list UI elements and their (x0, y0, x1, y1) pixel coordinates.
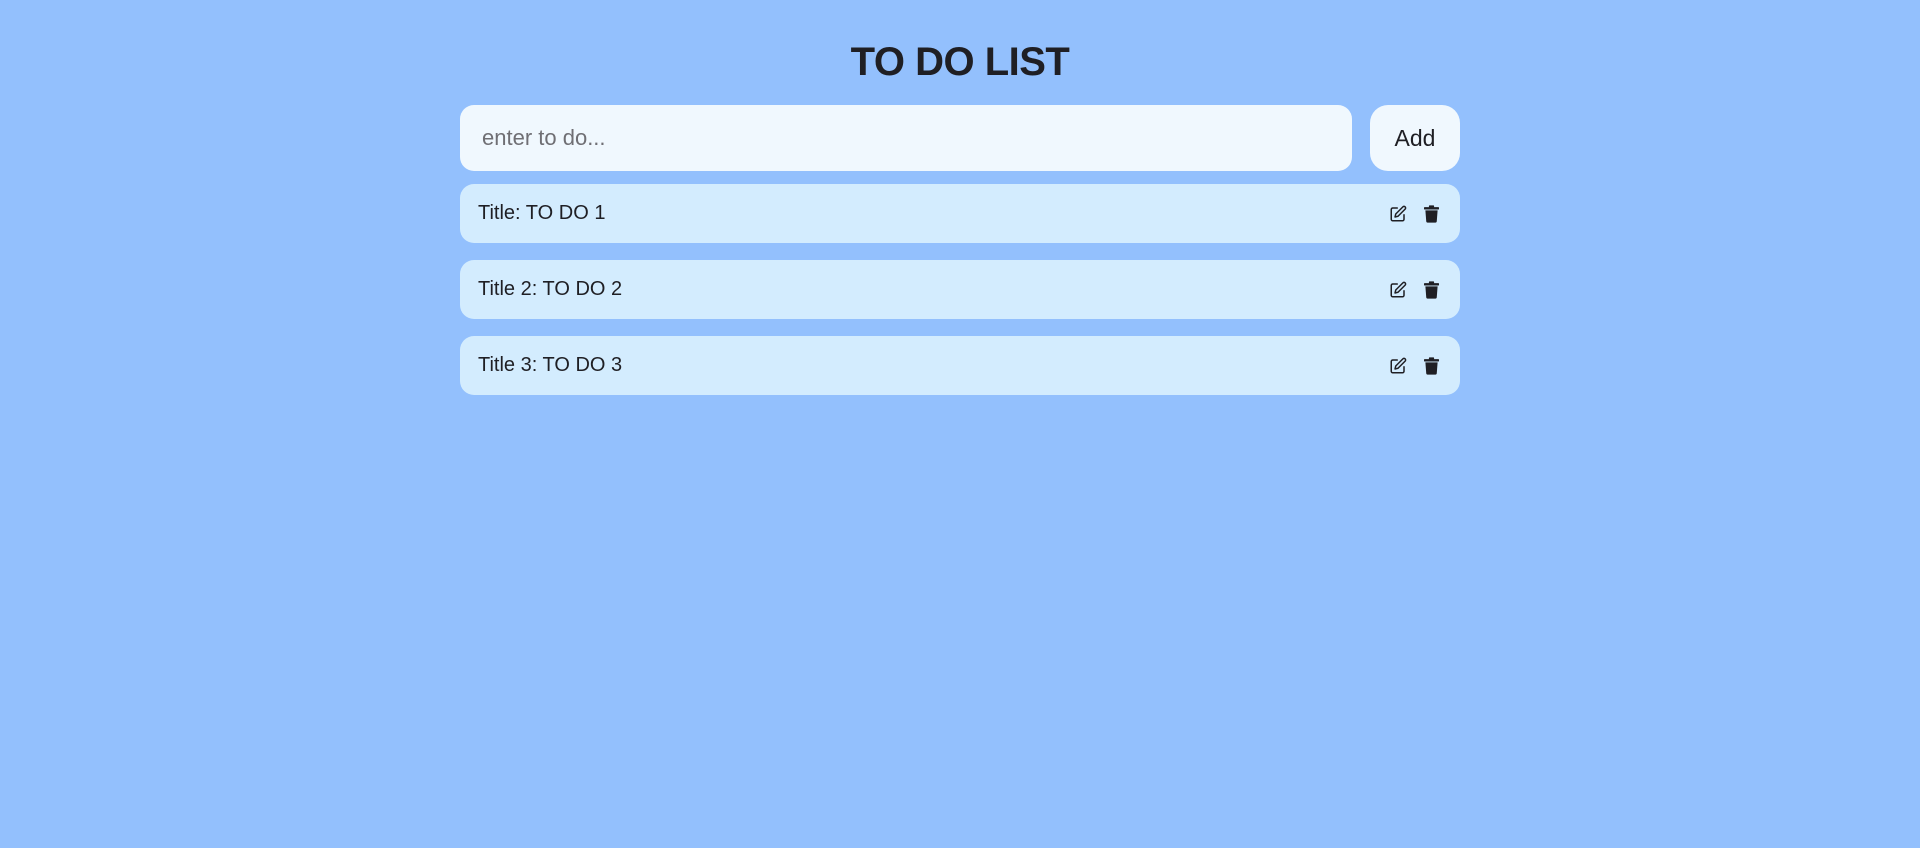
todo-item: Title: TO DO 1 (460, 184, 1460, 243)
input-row: Add (460, 105, 1460, 171)
todo-input[interactable] (460, 105, 1352, 171)
add-button[interactable]: Add (1370, 105, 1460, 171)
page-title: TO DO LIST (850, 40, 1070, 84)
todo-app: TO DO LIST Add Title: TO DO 1 Tit (460, 0, 1460, 412)
todo-label: Title 3: TO DO 3 (478, 354, 623, 376)
edit-icon[interactable] (1387, 203, 1409, 225)
edit-icon[interactable] (1387, 355, 1409, 377)
todo-item: Title 2: TO DO 2 (460, 260, 1460, 319)
trash-icon[interactable] (1420, 203, 1442, 225)
trash-icon[interactable] (1420, 355, 1442, 377)
todo-item: Title 3: TO DO 3 (460, 336, 1460, 395)
trash-icon[interactable] (1420, 279, 1442, 301)
todo-label: Title: TO DO 1 (478, 202, 606, 224)
edit-icon[interactable] (1387, 279, 1409, 301)
todo-label: Title 2: TO DO 2 (478, 278, 623, 300)
todo-list: Title: TO DO 1 Title 2: TO DO 2 Title 3:… (460, 184, 1460, 395)
